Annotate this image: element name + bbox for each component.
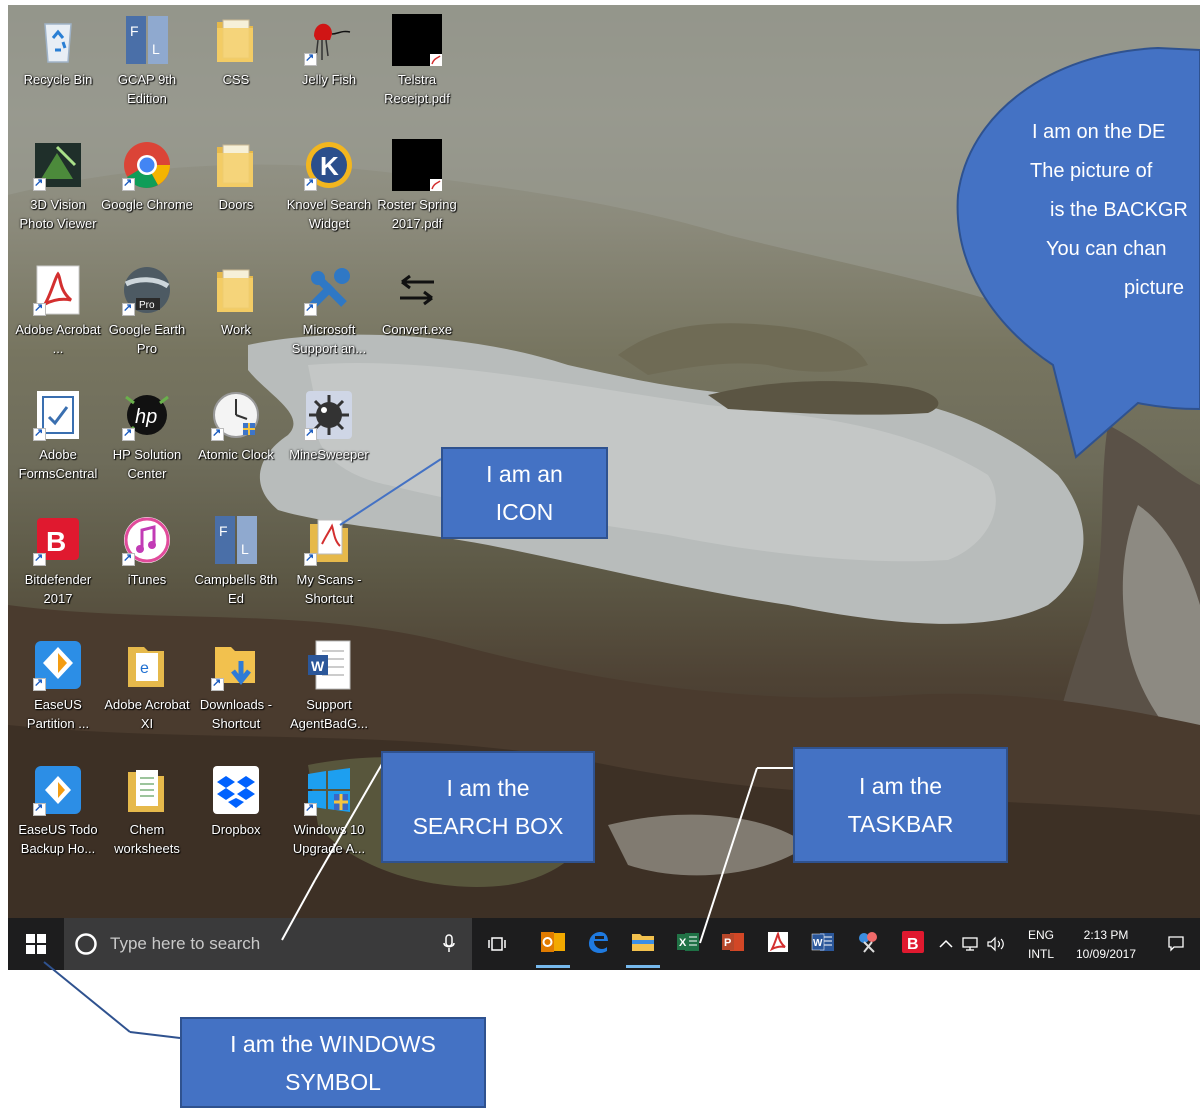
- task-view-button[interactable]: [478, 918, 516, 970]
- taskbar-app-button[interactable]: W: [802, 918, 844, 970]
- icon-callout-line-1: I am an: [486, 461, 563, 487]
- start-button[interactable]: [8, 918, 64, 970]
- taskbar-app-button[interactable]: [847, 918, 889, 970]
- svg-text:W: W: [813, 938, 823, 949]
- task-view-icon: [488, 937, 506, 951]
- taskbar-app-button[interactable]: [757, 918, 799, 970]
- svg-text:X: X: [679, 937, 687, 949]
- taskbar-app-button[interactable]: [622, 918, 664, 970]
- bubble-line-1: I am on the DE: [1032, 121, 1166, 143]
- search-box-callout: I am the SEARCH BOX: [381, 751, 595, 863]
- windows-callout-line-2: SYMBOL: [285, 1068, 381, 1095]
- action-center-button[interactable]: [1158, 918, 1194, 970]
- outlook-icon: [540, 930, 566, 959]
- speaker-icon: [987, 936, 1004, 952]
- windows-symbol-callout: I am the WINDOWS SYMBOL: [180, 1017, 486, 1108]
- language-indicator[interactable]: ENG INTL: [1022, 927, 1060, 962]
- powerpoint-icon: P: [721, 931, 745, 958]
- lang-line-1: ENG: [1027, 928, 1054, 942]
- windows-callout-line-1: I am the WINDOWS: [230, 1030, 436, 1057]
- bubble-line-5: picture: [1124, 277, 1185, 299]
- excel-icon: X: [676, 931, 700, 958]
- search-callout-line-2: SEARCH BOX: [412, 813, 564, 839]
- icon-callout-line-2: ICON: [495, 499, 554, 525]
- bubble-text: I am on the DE The picture of is the BAC…: [1018, 113, 1200, 308]
- search-box[interactable]: Type here to search: [64, 918, 472, 970]
- taskbar[interactable]: Type here to search ENG INTL 2:13 PM 10/…: [8, 918, 1200, 970]
- taskbar-app-button[interactable]: [532, 918, 574, 970]
- clock-date: 10/09/2017: [1075, 947, 1137, 961]
- bubble-line-4: You can chan: [1046, 238, 1167, 260]
- cortana-circle-icon: [75, 933, 97, 955]
- taskbar-app-button[interactable]: [577, 918, 619, 970]
- clock-time: 2:13 PM: [1083, 928, 1129, 942]
- bubble-line-3: is the BACKGR: [1050, 199, 1188, 221]
- snipping-tool-icon: [856, 930, 880, 959]
- volume-button[interactable]: [984, 918, 1008, 970]
- network-icon: [962, 937, 978, 951]
- acrobat-icon: [766, 930, 790, 959]
- search-placeholder: Type here to search: [110, 934, 261, 953]
- bitdefender-icon: B: [901, 930, 925, 959]
- svg-text:B: B: [907, 936, 919, 953]
- word-icon: W: [811, 931, 835, 958]
- network-button[interactable]: [958, 918, 982, 970]
- windows-logo-icon: [26, 934, 46, 954]
- taskbar-app-button[interactable]: X: [667, 918, 709, 970]
- microphone-icon[interactable]: [442, 934, 456, 954]
- edge-icon: [586, 930, 610, 959]
- show-hidden-icons-button[interactable]: [936, 918, 956, 970]
- taskbar-app-button[interactable]: P: [712, 918, 754, 970]
- taskbar-callout: I am the TASKBAR: [793, 747, 1008, 863]
- search-callout-line-1: I am the: [446, 775, 530, 801]
- icon-callout: I am an ICON: [441, 447, 608, 539]
- chevron-up-icon: [939, 939, 953, 948]
- svg-text:P: P: [724, 937, 731, 949]
- bubble-line-2: The picture of: [1030, 160, 1153, 182]
- notification-icon: [1168, 936, 1184, 952]
- taskbar-app-button[interactable]: B: [892, 918, 934, 970]
- running-indicator: [536, 965, 570, 968]
- taskbar-callout-line-1: I am the: [858, 773, 943, 799]
- taskbar-callout-line-2: TASKBAR: [847, 811, 954, 837]
- file-explorer-icon: [631, 931, 655, 958]
- running-indicator: [626, 965, 660, 968]
- lang-line-2: INTL: [1027, 947, 1054, 961]
- clock[interactable]: 2:13 PM 10/09/2017: [1064, 927, 1148, 962]
